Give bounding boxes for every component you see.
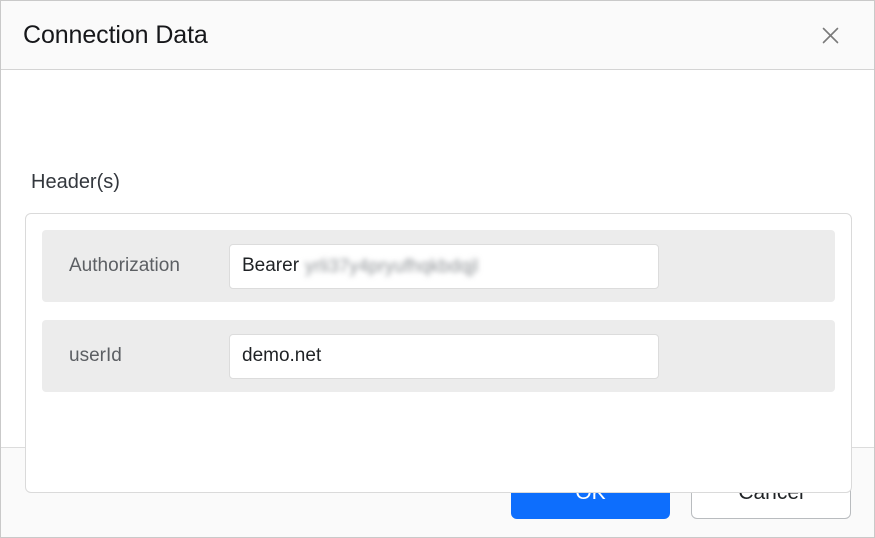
userid-value-input[interactable]: demo.net — [229, 333, 659, 379]
authorization-value-input[interactable]: Bearer yrli37y4pryufhqkbdqjl — [229, 243, 659, 289]
dialog-header: Connection Data — [1, 1, 874, 70]
header-row: Authorization Bearer yrli37y4pryufhqkbdq… — [42, 230, 835, 302]
header-value-text: demo.net — [242, 345, 322, 366]
dialog-body: Header(s) Authorization Bearer yrli37y4p… — [1, 70, 874, 493]
close-icon — [821, 26, 840, 45]
headers-section-title: Header(s) — [31, 171, 120, 193]
header-row: userId demo.net — [42, 320, 835, 392]
page-title: Connection Data — [23, 20, 208, 49]
close-button[interactable] — [816, 21, 844, 49]
headers-card: Authorization Bearer yrli37y4pryufhqkbdq… — [25, 213, 852, 493]
connection-data-dialog: Connection Data Header(s) Authorization … — [0, 0, 875, 538]
redacted-token-text: yrli37y4pryufhqkbdqjl — [305, 255, 479, 276]
header-key-label: Authorization — [69, 255, 180, 276]
header-key-label: userId — [69, 345, 122, 366]
header-value-text: Bearer — [242, 255, 300, 276]
